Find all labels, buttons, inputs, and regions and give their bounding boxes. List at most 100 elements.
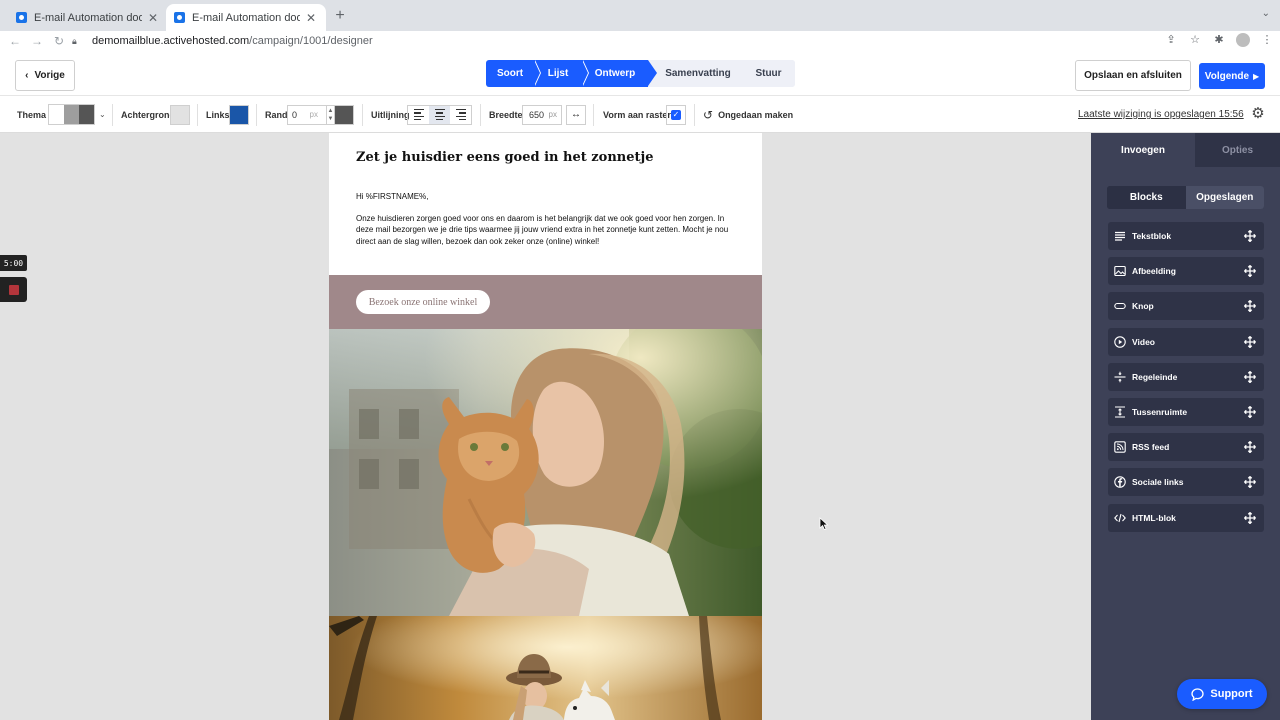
email-canvas: Zet je huisdier eens goed in het zonnetj… — [0, 133, 1091, 720]
background-color-swatch[interactable] — [170, 104, 190, 125]
design-toolbar: Thema ⌄ Achtergrond Links Rand 0 px ▲▼ — [0, 96, 1280, 133]
close-tab-icon[interactable]: ✕ — [146, 11, 160, 25]
support-button[interactable]: Support — [1177, 679, 1267, 709]
previous-button[interactable]: ‹ Vorige — [15, 60, 75, 91]
bookmark-star-icon[interactable]: ☆ — [1188, 33, 1202, 50]
drag-move-icon[interactable] — [1244, 405, 1256, 418]
block-item-html-blok[interactable]: HTML-blok — [1108, 503, 1264, 532]
drag-move-icon[interactable] — [1244, 300, 1256, 313]
drag-move-icon[interactable] — [1244, 441, 1256, 454]
profile-avatar-icon[interactable] — [1236, 33, 1250, 50]
gear-icon[interactable]: ⚙ — [1249, 104, 1267, 122]
theme-swatch — [49, 105, 64, 124]
email-heading[interactable]: Zet je huisdier eens goed in het zonnetj… — [356, 150, 654, 165]
woman-with-cat-image[interactable] — [329, 329, 762, 616]
last-saved-link[interactable]: Laatste wijziging is opgeslagen 15:56 — [1078, 96, 1244, 133]
step-samenvatting[interactable]: Samenvatting — [648, 60, 743, 87]
play-icon — [1114, 335, 1126, 348]
woman-with-dog-image[interactable] — [329, 616, 762, 720]
subtab-blocks[interactable]: Blocks — [1107, 186, 1186, 209]
step-lijst[interactable]: Lijst — [534, 60, 589, 87]
drag-move-icon[interactable] — [1244, 511, 1256, 524]
block-item-label: Video — [1132, 336, 1155, 347]
rss-icon — [1114, 441, 1126, 453]
lock-icon: 🔒︎ — [72, 35, 77, 46]
browser-menu-icon[interactable]: ⋮ — [1260, 33, 1274, 50]
block-item-tekstblok[interactable]: Tekstblok — [1108, 222, 1264, 250]
width-input[interactable]: 650 px — [522, 104, 562, 125]
browser-tab[interactable]: E-mail Automation door MailBl ✕ — [8, 4, 168, 31]
block-item-label: Afbeelding — [1132, 266, 1176, 277]
share-icon[interactable]: ⇪ — [1164, 33, 1178, 50]
align-center-icon[interactable] — [429, 105, 450, 124]
recording-timer: 5:00 — [0, 255, 27, 271]
visit-shop-button[interactable]: Bezoek onze online winkel — [356, 290, 490, 314]
undo-button[interactable]: ↺ Ongedaan maken — [703, 96, 793, 133]
forward-arrow-icon[interactable]: → — [26, 34, 48, 48]
align-right-icon[interactable] — [450, 106, 471, 124]
tab-opties[interactable]: Opties — [1195, 133, 1280, 167]
full-width-arrows-icon[interactable]: ↔ — [566, 104, 586, 125]
campaign-steps: Soort Lijst Ontwerp Samenvatting Stuur — [486, 60, 795, 87]
border-color-swatch[interactable] — [334, 104, 354, 125]
browser-address-bar: ← → ↻ 🔒︎ demomailblue.activehosted.com/c… — [0, 31, 1280, 51]
block-list: Tekstblok Afbeelding Knop Video Regelein… — [1108, 222, 1264, 539]
block-item-afbeelding[interactable]: Afbeelding — [1108, 257, 1264, 286]
back-arrow-icon[interactable]: ← — [4, 34, 26, 48]
divider-icon — [1114, 371, 1126, 383]
block-item-regeleinde[interactable]: Regeleinde — [1108, 362, 1264, 391]
drag-move-icon[interactable] — [1244, 370, 1256, 383]
block-item-label: Tussenruimte — [1132, 406, 1188, 417]
links-label: Links — [206, 109, 230, 120]
drag-move-icon[interactable] — [1244, 476, 1256, 489]
step-soort[interactable]: Soort — [486, 60, 541, 87]
button-band[interactable]: Bezoek onze online winkel — [329, 275, 762, 329]
url-host: demomailblue.activehosted.com — [92, 35, 250, 47]
url-field[interactable]: 🔒︎ demomailblue.activehosted.com/campaig… — [72, 31, 1162, 51]
check-icon: ✓ — [671, 109, 681, 120]
save-and-close-button[interactable]: Opslaan en afsluiten — [1075, 60, 1191, 91]
block-item-rss-feed[interactable]: RSS feed — [1108, 433, 1264, 462]
chevron-down-icon: ⌄ — [99, 110, 106, 119]
drag-move-icon[interactable] — [1244, 230, 1256, 242]
next-button[interactable]: Volgende ▶ — [1199, 63, 1265, 89]
undo-icon: ↺ — [703, 107, 714, 122]
alignment-group — [407, 104, 472, 125]
alignment-label: Uitlijning — [371, 109, 410, 120]
reload-icon[interactable]: ↻ — [48, 34, 70, 48]
email-body-text[interactable]: Onze huisdieren zorgen goed voor ons en … — [356, 213, 736, 247]
browser-tab-title: E-mail Automation door MailBl — [192, 11, 300, 24]
woman-with-cat-image-art — [329, 329, 762, 616]
new-tab-icon[interactable]: + — [332, 7, 348, 25]
browser-tab-active[interactable]: E-mail Automation door MailBl ✕ — [166, 4, 326, 31]
block-item-knop[interactable]: Knop — [1108, 292, 1264, 321]
button-icon — [1114, 300, 1126, 312]
block-item-tussenruimte[interactable]: Tussenruimte — [1108, 397, 1264, 426]
border-width-input[interactable]: 0 px — [287, 104, 327, 125]
drag-move-icon[interactable] — [1244, 335, 1256, 348]
activecampaign-favicon-icon — [174, 12, 185, 23]
block-item-label: HTML-blok — [1132, 512, 1176, 523]
support-label: Support — [1210, 688, 1253, 700]
chevron-left-icon: ‹ — [25, 70, 29, 81]
stop-recording-button[interactable] — [0, 277, 27, 302]
drag-move-icon[interactable] — [1244, 265, 1256, 278]
subtab-opgeslagen[interactable]: Opgeslagen — [1185, 186, 1264, 209]
extensions-puzzle-icon[interactable]: ✱ — [1212, 33, 1226, 50]
block-item-label: Tekstblok — [1132, 231, 1172, 241]
snap-to-grid-checkbox[interactable]: ✓ — [666, 104, 686, 125]
step-stuur[interactable]: Stuur — [742, 60, 795, 87]
tab-search-chevron-icon[interactable]: ⌄ — [1262, 8, 1270, 19]
theme-picker[interactable]: ⌄ — [48, 96, 106, 133]
email-greeting[interactable]: Hi %FIRSTNAME%, — [356, 192, 428, 201]
block-item-video[interactable]: Video — [1108, 327, 1264, 356]
image-icon — [1114, 265, 1126, 277]
block-item-sociale-links[interactable]: Sociale links — [1108, 468, 1264, 497]
links-color-swatch[interactable] — [229, 104, 249, 125]
caret-right-icon: ▶ — [1253, 71, 1260, 81]
tab-invoegen[interactable]: Invoegen — [1091, 133, 1195, 167]
close-tab-icon[interactable]: ✕ — [304, 11, 318, 25]
align-left-icon[interactable] — [408, 106, 429, 124]
step-ontwerp[interactable]: Ontwerp — [582, 60, 657, 87]
mouse-cursor-icon — [819, 517, 829, 531]
